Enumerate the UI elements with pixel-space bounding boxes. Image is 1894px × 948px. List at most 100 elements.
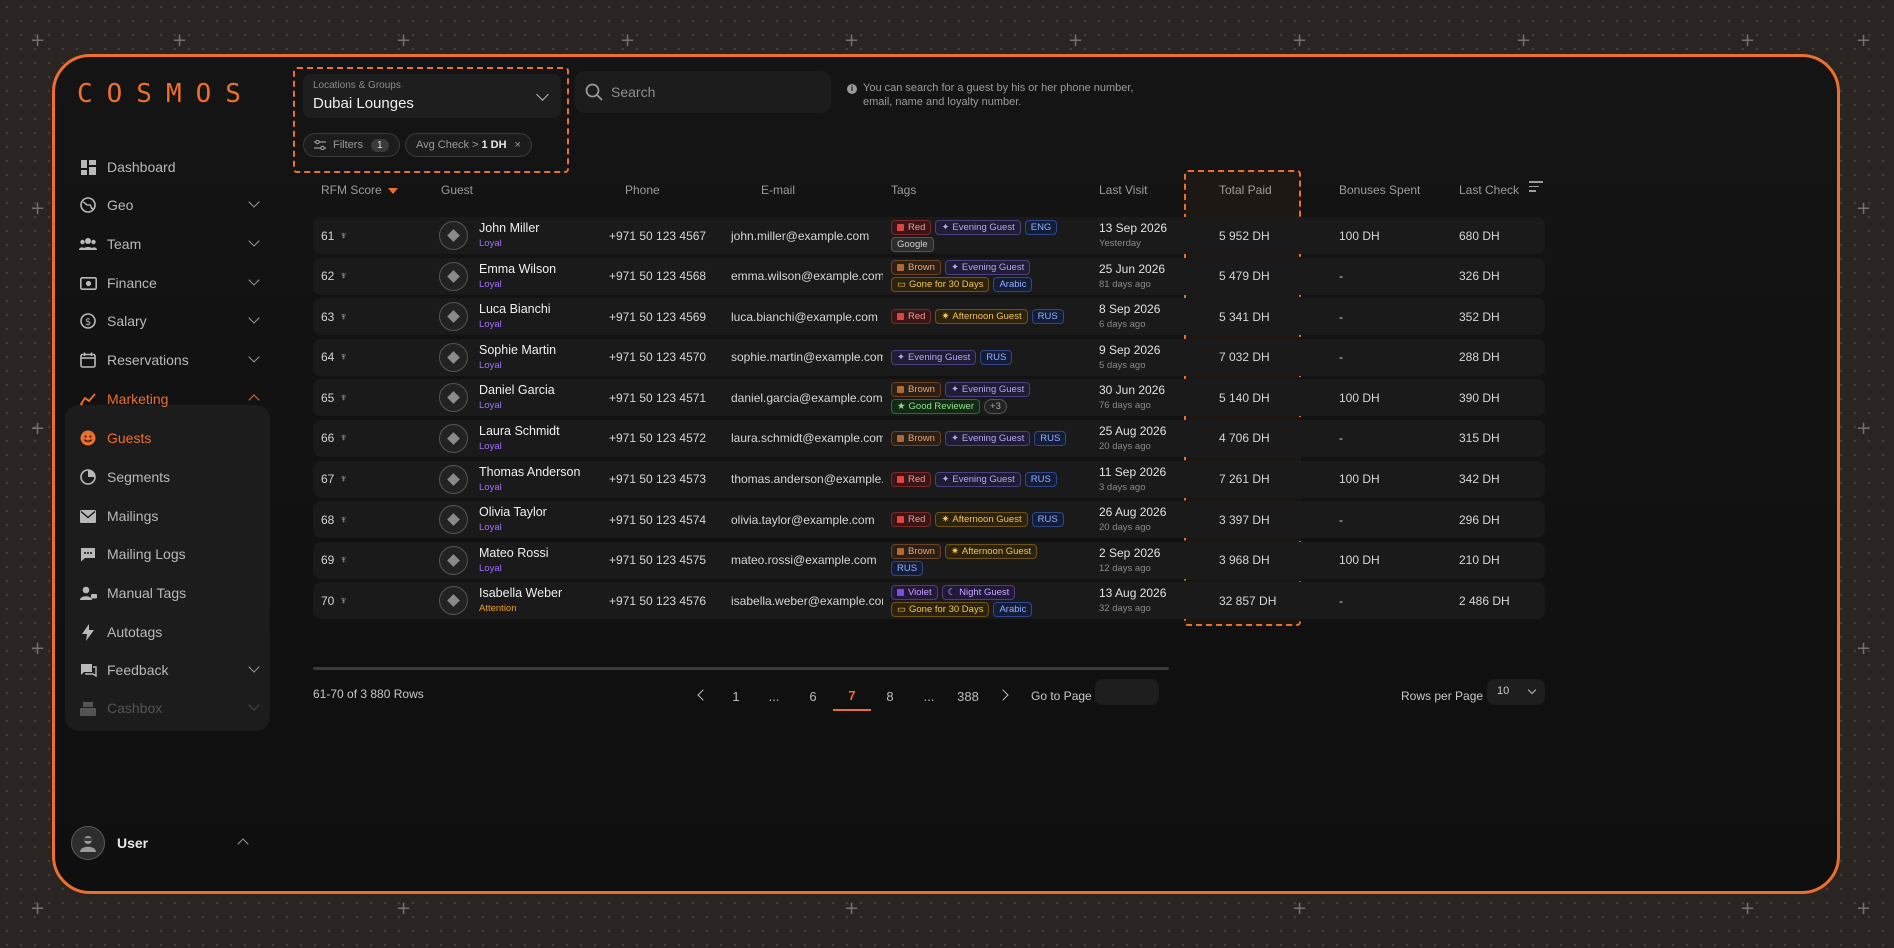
filters-button[interactable]: Filters 1 xyxy=(303,133,400,157)
page-button[interactable]: 6 xyxy=(794,681,832,711)
tag[interactable]: Red xyxy=(891,512,932,528)
header-rfm-score[interactable]: RFM Score xyxy=(321,183,398,197)
last-check: 296 DH xyxy=(1459,512,1500,527)
tag[interactable]: ▭ Gone for 30 Days xyxy=(891,277,990,293)
tag[interactable]: ✦ Evening Guest xyxy=(944,260,1031,276)
tag[interactable]: ▭ Gone for 30 Days xyxy=(891,601,990,617)
table-row[interactable]: 70 ♆ Isabella Weber Attention +971 50 123 45… xyxy=(313,582,1545,620)
locations-select[interactable]: Locations & Groups Dubai Lounges xyxy=(303,74,561,118)
page-button[interactable]: 7 xyxy=(833,681,871,711)
sidebar-item-mailings[interactable]: Mailings xyxy=(65,498,270,534)
guest-name[interactable]: Laura Schmidt xyxy=(479,424,560,438)
table-row[interactable]: 61 ♆ John Miller Loyal +971 50 123 4567 john.… xyxy=(313,217,1545,254)
guest-name[interactable]: Thomas Anderson xyxy=(479,465,580,479)
tag[interactable]: Brown xyxy=(891,544,941,560)
bonuses-spent: - xyxy=(1339,350,1343,365)
smiley-icon xyxy=(79,429,97,447)
table-row[interactable]: 65 ♆ Daniel Garcia Loyal +971 50 123 4571 dan… xyxy=(313,379,1545,417)
diamond-icon xyxy=(447,269,460,283)
sidebar-item-segments[interactable]: Segments xyxy=(65,459,270,495)
rows-per-page-select[interactable]: 10 xyxy=(1487,679,1545,705)
column-settings-icon[interactable] xyxy=(1529,181,1543,193)
guest-status: Loyal xyxy=(479,278,502,290)
info-icon: i xyxy=(847,84,857,94)
sidebar-item-team[interactable]: Team xyxy=(65,226,270,262)
goto-page-input[interactable] xyxy=(1095,679,1159,705)
tag[interactable]: RUS xyxy=(1031,512,1064,528)
prev-page-icon[interactable] xyxy=(697,689,709,701)
last-visit-ago: 20 days ago xyxy=(1099,522,1151,534)
table-row[interactable]: 63 ♆ Luca Bianchi Loyal +971 50 123 4569 luca… xyxy=(313,298,1545,336)
tag[interactable]: RUS xyxy=(1024,471,1057,487)
tag[interactable]: Brown xyxy=(891,260,941,276)
tag[interactable]: ☾ Night Guest xyxy=(941,584,1016,600)
tag[interactable]: ★ Good Reviewer xyxy=(891,398,981,414)
sidebar-item-dashboard[interactable]: Dashboard xyxy=(65,149,270,185)
sidebar-item-salary[interactable]: $ Salary xyxy=(65,303,270,339)
sidebar-item-manual-tags[interactable]: Manual Tags xyxy=(65,575,270,611)
tag[interactable]: Brown xyxy=(891,430,941,446)
sidebar-item-guests[interactable]: Guests xyxy=(65,420,270,456)
guest-name[interactable]: John Miller xyxy=(479,221,539,235)
table-row[interactable]: 66 ♆ Laura Schmidt Loyal +971 50 123 4572 lau… xyxy=(313,419,1545,457)
sidebar-item-cashbox[interactable]: Cashbox xyxy=(65,690,270,726)
tag[interactable]: Arabic xyxy=(993,277,1033,293)
tag[interactable]: ✦ Evening Guest xyxy=(944,381,1031,397)
page-button[interactable]: 1 xyxy=(717,681,755,711)
tag[interactable]: ✦ Evening Guest xyxy=(944,430,1031,446)
table-row[interactable]: 67 ♆ Thomas Anderson Loyal +971 50 123 4573 t… xyxy=(313,460,1545,498)
guest-name[interactable]: Luca Bianchi xyxy=(479,302,551,316)
sidebar-item-feedback[interactable]: Feedback xyxy=(65,652,270,688)
close-icon[interactable]: × xyxy=(515,139,521,151)
tag[interactable]: ENG xyxy=(1024,219,1058,235)
search-box[interactable] xyxy=(575,71,831,113)
guest-name[interactable]: Sophie Martin xyxy=(479,343,556,357)
tag[interactable]: Red xyxy=(891,219,932,235)
sidebar-item-finance[interactable]: Finance xyxy=(65,265,270,301)
guest-name[interactable]: Isabella Weber xyxy=(479,586,562,600)
sidebar-item-autotags[interactable]: Autotags xyxy=(65,614,270,650)
tag[interactable]: ✦ Evening Guest xyxy=(891,349,977,365)
tag[interactable]: ✷ Afternoon Guest xyxy=(944,544,1038,560)
table-row[interactable]: 64 ♆ Sophie Martin Loyal +971 50 123 4570 sop… xyxy=(313,338,1545,376)
tag[interactable]: Brown xyxy=(891,381,941,397)
tag[interactable]: Red xyxy=(891,309,932,325)
page-button[interactable]: 388 xyxy=(949,681,987,711)
rfm-score: 67 ♆ xyxy=(321,461,348,498)
tag[interactable]: Red xyxy=(891,471,932,487)
sidebar-item-reservations[interactable]: Reservations xyxy=(65,342,270,378)
tag[interactable]: ✦ Evening Guest xyxy=(935,471,1021,487)
tag[interactable]: RUS xyxy=(1031,309,1064,325)
tag[interactable]: +3 xyxy=(984,398,1007,414)
guest-name[interactable]: Mateo Rossi xyxy=(479,546,548,560)
tag[interactable]: RUS xyxy=(1034,430,1067,446)
horizontal-scrollbar[interactable] xyxy=(313,667,1169,670)
avg-check-filter-chip[interactable]: Avg Check > 1 DH × xyxy=(405,133,532,157)
sidebar-item-mailing-logs[interactable]: Mailing Logs xyxy=(65,536,270,572)
page-button[interactable]: 8 xyxy=(871,681,909,711)
tag[interactable]: RUS xyxy=(980,349,1013,365)
diamond-icon xyxy=(447,553,460,567)
last-check: 315 DH xyxy=(1459,431,1500,446)
tag[interactable]: RUS xyxy=(891,561,924,577)
guest-name[interactable]: Olivia Taylor xyxy=(479,505,547,519)
sidebar-item-geo[interactable]: Geo xyxy=(65,187,270,223)
user-menu[interactable]: User xyxy=(65,820,255,866)
next-page-icon[interactable] xyxy=(997,689,1009,701)
tag[interactable]: Google xyxy=(891,236,934,252)
guest-avatar xyxy=(439,505,468,535)
tag[interactable]: ✷ Afternoon Guest xyxy=(935,512,1028,528)
tag[interactable]: ✦ Evening Guest xyxy=(935,219,1021,235)
tag[interactable]: ✷ Afternoon Guest xyxy=(935,309,1028,325)
table-row[interactable]: 68 ♆ Olivia Taylor Loyal +971 50 123 4574 oli… xyxy=(313,501,1545,539)
table-row[interactable]: 62 ♆ Emma Wilson Loyal +971 50 123 4568 emma.… xyxy=(313,257,1545,295)
guest-tags: Brown ✦ Evening Guest ★ Good Reviewer +3 xyxy=(891,381,1071,414)
search-input[interactable] xyxy=(611,84,811,100)
guest-name[interactable]: Emma Wilson xyxy=(479,262,556,276)
tag[interactable]: Violet xyxy=(891,584,938,600)
tag[interactable]: Arabic xyxy=(993,601,1033,617)
color-square-icon xyxy=(897,264,904,272)
sidebar-item-marketing[interactable]: Marketing xyxy=(65,381,270,417)
guest-name[interactable]: Daniel Garcia xyxy=(479,383,555,397)
table-row[interactable]: 69 ♆ Mateo Rossi Loyal +971 50 123 4575 mateo… xyxy=(313,541,1545,579)
